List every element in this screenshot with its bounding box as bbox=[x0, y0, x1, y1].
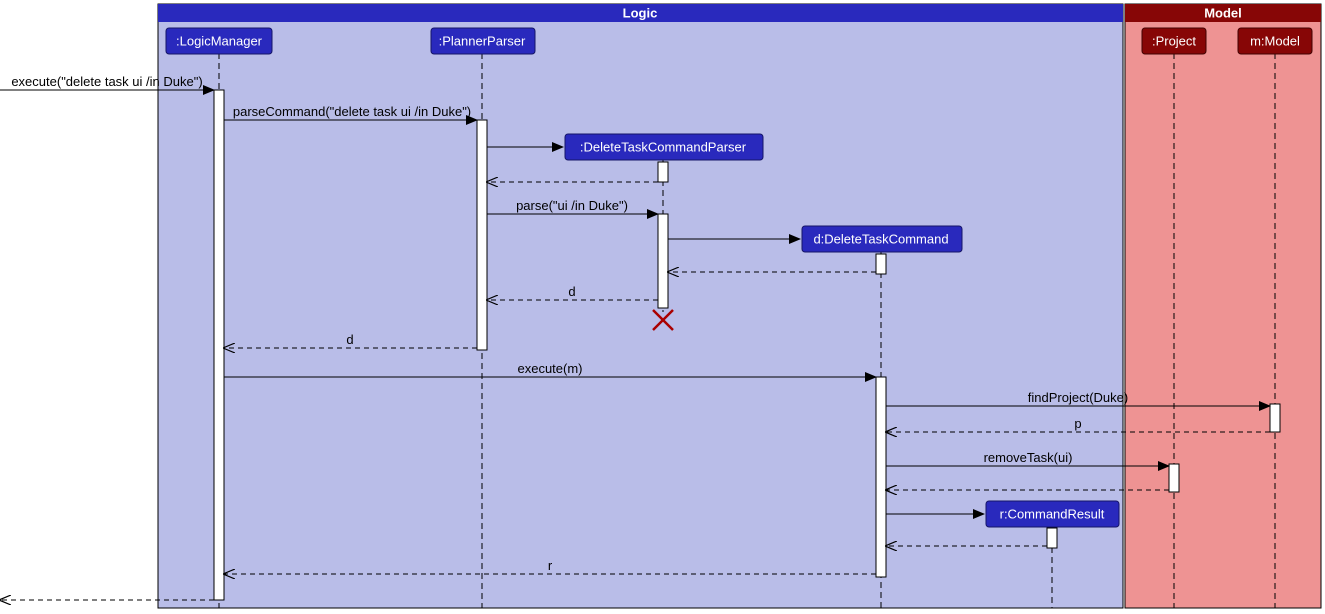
participant-dtc-parser: :DeleteTaskCommandParser bbox=[565, 134, 763, 160]
participant-model: m:Model bbox=[1238, 28, 1312, 54]
participant-cmdresult-label: r:CommandResult bbox=[1000, 506, 1105, 521]
sequence-diagram: Logic Model :LogicManager :PlannerParser… bbox=[0, 0, 1325, 614]
participant-cmdresult: r:CommandResult bbox=[986, 501, 1119, 527]
msg-ret-d1-label: d bbox=[568, 284, 575, 299]
group-model: Model bbox=[1125, 4, 1321, 608]
participant-dtc: d:DeleteTaskCommand bbox=[802, 226, 962, 252]
participant-plannerparser-label: :PlannerParser bbox=[439, 33, 526, 48]
msg-ret-p-label: p bbox=[1074, 416, 1081, 431]
activation-dtc-2 bbox=[876, 377, 886, 577]
group-model-label: Model bbox=[1204, 5, 1242, 20]
activation-dtc-parser-1 bbox=[658, 162, 668, 182]
participant-logicmanager-label: :LogicManager bbox=[176, 33, 263, 48]
activation-plannerparser bbox=[477, 120, 487, 350]
msg-parsecommand-label: parseCommand("delete task ui /in Duke") bbox=[233, 104, 471, 119]
activation-project bbox=[1169, 464, 1179, 492]
msg-removetask-label: removeTask(ui) bbox=[984, 450, 1073, 465]
activation-model bbox=[1270, 404, 1280, 432]
participant-dtc-label: d:DeleteTaskCommand bbox=[813, 231, 948, 246]
group-logic: Logic bbox=[158, 4, 1123, 608]
msg-parse-label: parse("ui /in Duke") bbox=[516, 198, 628, 213]
participant-dtc-parser-label: :DeleteTaskCommandParser bbox=[580, 139, 747, 154]
participant-project-label: :Project bbox=[1152, 33, 1196, 48]
participant-logicmanager: :LogicManager bbox=[166, 28, 272, 54]
msg-findproject-label: findProject(Duke) bbox=[1028, 390, 1128, 405]
msg-ret-d2-label: d bbox=[346, 332, 353, 347]
group-logic-label: Logic bbox=[623, 5, 658, 20]
msg-execute-in-label: execute("delete task ui /in Duke") bbox=[11, 74, 202, 89]
msg-ret-r-label: r bbox=[548, 558, 553, 573]
msg-execute-m-label: execute(m) bbox=[517, 361, 582, 376]
participant-model-label: m:Model bbox=[1250, 33, 1300, 48]
participant-project: :Project bbox=[1142, 28, 1206, 54]
activation-dtc-1 bbox=[876, 254, 886, 274]
activation-dtc-parser-2 bbox=[658, 214, 668, 308]
activation-cmdresult bbox=[1047, 528, 1057, 548]
participant-plannerparser: :PlannerParser bbox=[431, 28, 535, 54]
activation-logicmanager bbox=[214, 90, 224, 600]
